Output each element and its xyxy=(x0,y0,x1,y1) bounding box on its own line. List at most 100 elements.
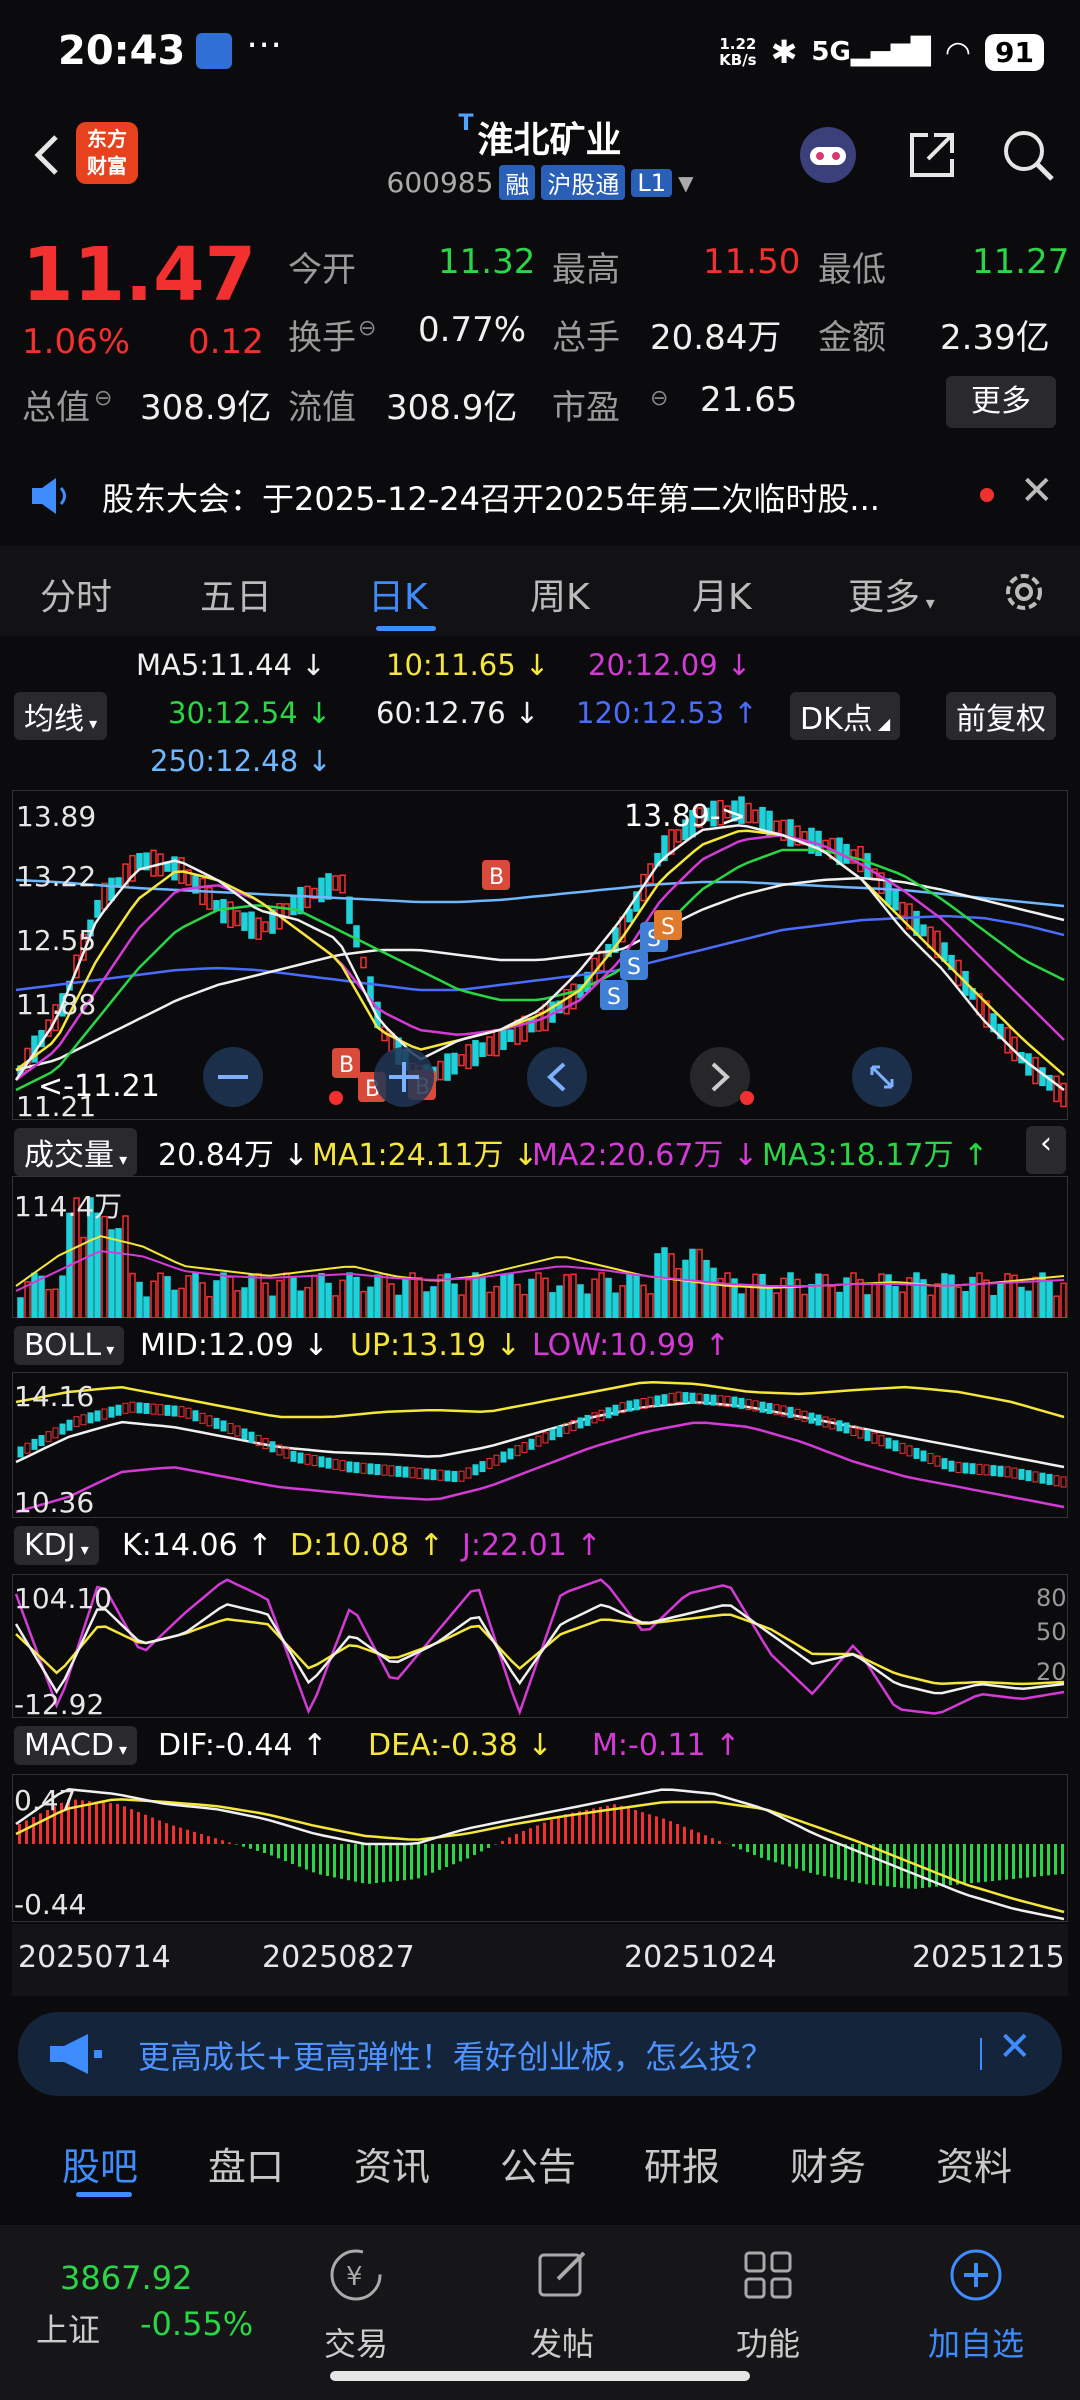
market-cap-value: 308.9亿 xyxy=(140,388,272,428)
index-value[interactable]: 3867.92 xyxy=(60,2259,192,2297)
wifi-icon: ◠ xyxy=(944,34,972,70)
buy-marker[interactable]: B xyxy=(482,860,510,890)
sell-marker[interactable]: S xyxy=(600,980,628,1010)
info-icon[interactable]: ⊖ xyxy=(650,386,668,411)
search-icon[interactable] xyxy=(996,123,1060,187)
boll-plot: 14.16 10.36 xyxy=(11,1371,1069,1519)
volume-current: 20.84万 ↓ xyxy=(158,1138,309,1173)
adjust-button[interactable]: 前复权 xyxy=(946,692,1056,740)
volume-max-tick: 114.4万 xyxy=(14,1190,122,1223)
boll-low: LOW:10.99 ↑ xyxy=(532,1328,730,1363)
kdj-k-line xyxy=(14,1603,1065,1695)
period-tabs: 分时 五日 日K 周K 月K 更多 ▾ xyxy=(0,546,1080,636)
status-time: 20:43 xyxy=(58,28,186,74)
kdj-level-50: 50 xyxy=(1036,1618,1067,1646)
chevron-left-icon[interactable] xyxy=(527,1047,587,1107)
zoom-in-button[interactable] xyxy=(374,1047,434,1107)
kdj-menu-button[interactable]: KDJ ▾ xyxy=(14,1526,99,1565)
collapse-icon[interactable]: ‹ xyxy=(1026,1126,1066,1174)
tab-weekly-k[interactable]: 周K xyxy=(530,568,590,620)
y-tick: 11.88 xyxy=(16,988,96,1021)
index-name[interactable]: 上证 xyxy=(36,2305,100,2351)
announcement-text[interactable]: 股东大会：于2025-12-24召开2025年第二次临时股... xyxy=(102,474,952,520)
info-icon[interactable]: ⊖ xyxy=(358,316,376,341)
turnover-value: 0.77% xyxy=(418,310,527,350)
tab-guba[interactable]: 股吧 xyxy=(62,2136,138,2191)
zoom-out-button[interactable] xyxy=(203,1047,263,1107)
volume-ma3: MA3:18.17万 ↑ xyxy=(762,1138,989,1173)
kdj-level-80: 80 xyxy=(1036,1584,1067,1612)
ma20-value: 20:12.09 ↓ xyxy=(588,648,752,682)
tab-daily-k[interactable]: 日K xyxy=(368,568,428,620)
add-watchlist-button[interactable]: 加自选 xyxy=(916,2245,1036,2365)
tab-intraday[interactable]: 分时 xyxy=(40,568,112,620)
robot-assistant-icon[interactable] xyxy=(796,123,860,187)
battery-indicator: 91 xyxy=(985,33,1044,71)
macd-bottom-tick: -0.44 xyxy=(14,1888,86,1921)
ma10-value: 10:11.65 ↓ xyxy=(386,648,550,682)
svg-text:S: S xyxy=(627,955,641,980)
volume-ma1: MA1:24.11万 ↓ xyxy=(312,1138,539,1173)
float-cap-label: 流值 xyxy=(288,388,356,428)
promo-banner[interactable]: 更高成长+更高弹性！看好创业板，怎么投？ ✕ xyxy=(18,2012,1062,2096)
close-icon[interactable]: ✕ xyxy=(1020,468,1054,514)
volume-ma2-line xyxy=(15,1250,1065,1292)
kdj-chart[interactable]: 104.10 -12.92 80 50 20 xyxy=(11,1573,1069,1721)
close-icon[interactable]: ✕ xyxy=(998,2024,1032,2070)
functions-button[interactable]: 功能 xyxy=(708,2245,828,2365)
info-icon[interactable]: ⊖ xyxy=(94,386,112,411)
boll-menu-button[interactable]: BOLL ▾ xyxy=(14,1326,125,1365)
expand-icon[interactable] xyxy=(852,1047,912,1107)
high-annotation: 13.89-> xyxy=(624,799,746,834)
unread-dot xyxy=(980,488,994,502)
gear-icon[interactable] xyxy=(998,566,1050,618)
boll-bottom-tick: 10.36 xyxy=(14,1486,94,1518)
buy-marker[interactable]: B xyxy=(332,1048,360,1078)
chevron-down-icon[interactable]: ▼ xyxy=(678,171,693,195)
tab-more[interactable]: 更多 ▾ xyxy=(848,568,935,620)
boll-mid: MID:12.09 ↓ xyxy=(140,1328,329,1363)
sell-marker[interactable]: S xyxy=(620,950,648,980)
speaker-icon xyxy=(32,478,66,514)
volume-menu-button[interactable]: 成交量 ▾ xyxy=(14,1128,138,1176)
pe-label: 市盈 xyxy=(552,388,620,428)
signal-icon: 5G▂▄▆█ xyxy=(811,37,931,67)
more-quote-button[interactable]: 更多 xyxy=(946,376,1056,428)
dk-points-button[interactable]: DK点 ◢ xyxy=(790,692,901,740)
tab-finance[interactable]: 财务 xyxy=(790,2136,866,2191)
tab-announcements[interactable]: 公告 xyxy=(500,2136,576,2191)
index-change[interactable]: -0.55% xyxy=(140,2305,253,2343)
tab-five-day[interactable]: 五日 xyxy=(200,568,272,620)
volume-ma2: MA2:20.67万 ↓ xyxy=(532,1138,759,1173)
announcement-bar[interactable]: 股东大会：于2025-12-24召开2025年第二次临时股... ✕ xyxy=(0,448,1080,544)
y-tick: 13.22 xyxy=(16,860,96,893)
kline-plot[interactable]: 13.89 13.22 12.55 11.88 11.21 13.89-> <-… xyxy=(11,789,1069,1123)
date-label: 20250827 xyxy=(262,1940,415,1975)
ma60-value: 60:12.76 ↓ xyxy=(376,696,540,730)
date-label: 20251024 xyxy=(624,1940,777,1975)
tab-news[interactable]: 资讯 xyxy=(354,2136,430,2191)
macd-chart[interactable]: 0.47 -0.44 xyxy=(11,1773,1069,1923)
trade-button[interactable]: ¥ 交易 xyxy=(296,2245,416,2365)
ma-menu-button[interactable]: 均线 ▾ xyxy=(14,692,108,740)
tab-research[interactable]: 研报 xyxy=(644,2136,720,2191)
svg-text:B: B xyxy=(339,1053,354,1078)
tab-profile[interactable]: 资料 xyxy=(936,2136,1012,2191)
volume-bars xyxy=(17,1197,1067,1319)
grid-icon xyxy=(744,2251,792,2299)
boll-chart[interactable]: 14.16 10.36 xyxy=(11,1371,1069,1519)
active-tab-indicator xyxy=(76,2192,132,2197)
content-tabs: 股吧 盘口 资讯 公告 研报 财务 资料 xyxy=(0,2120,1080,2200)
sell-marker[interactable]: S xyxy=(654,910,682,940)
tab-monthly-k[interactable]: 月K xyxy=(692,568,752,620)
date-label: 20250714 xyxy=(18,1940,171,1975)
volume-chart[interactable]: 114.4万 xyxy=(11,1175,1069,1319)
divider xyxy=(980,2038,982,2070)
date-axis: 20250714 20250827 20251024 20251215 xyxy=(12,1924,1068,1996)
kline-chart[interactable]: 13.89 13.22 12.55 11.88 11.21 13.89-> <-… xyxy=(11,789,1069,1123)
promo-text[interactable]: 更高成长+更高弹性！看好创业板，怎么投？ xyxy=(138,2032,773,2078)
macd-menu-button[interactable]: MACD ▾ xyxy=(14,1726,138,1765)
share-icon[interactable] xyxy=(900,123,964,187)
tab-pankou[interactable]: 盘口 xyxy=(208,2136,284,2191)
post-button[interactable]: 发帖 xyxy=(502,2245,622,2365)
